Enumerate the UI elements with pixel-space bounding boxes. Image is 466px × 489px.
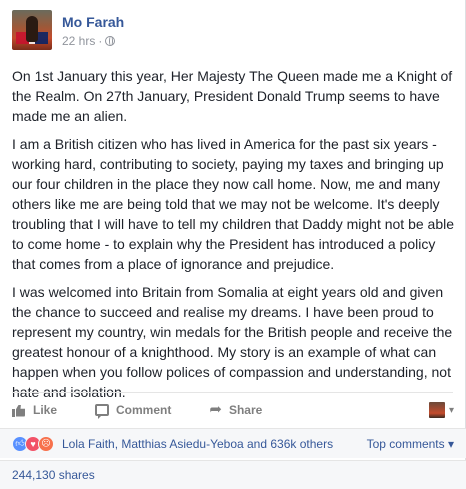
separator-dot: · bbox=[98, 34, 103, 48]
post-paragraph-3: I was welcomed into Britain from Somalia… bbox=[12, 284, 453, 400]
post-timestamp: 22 hrs · bbox=[62, 33, 124, 49]
action-bar: Like Comment ➦ Share ▾ bbox=[12, 396, 454, 424]
angry-reaction-icon: ☹ bbox=[38, 435, 54, 452]
thumbs-up-icon bbox=[12, 404, 26, 417]
viewer-avatar bbox=[428, 402, 445, 418]
timestamp-text[interactable]: 22 hrs bbox=[62, 33, 95, 49]
like-label: Like bbox=[33, 403, 58, 417]
comment-icon bbox=[95, 404, 110, 419]
reaction-icons[interactable]: 👍︎ ♥ ☹ bbox=[12, 435, 54, 452]
reactions-summary[interactable]: Lola Faith, Matthias Asiedu-Yeboa and 63… bbox=[62, 437, 333, 451]
comment-button[interactable]: Comment bbox=[95, 403, 172, 419]
post-header: Mo Farah 22 hrs · bbox=[12, 10, 124, 54]
post-body: On 1st January this year, Her Majesty Th… bbox=[12, 66, 458, 410]
reactions-bar: 👍︎ ♥ ☹ Lola Faith, Matthias Asiedu-Yeboa… bbox=[0, 428, 466, 458]
post-paragraph-2: I am a British citizen who has lived in … bbox=[12, 136, 455, 272]
like-button[interactable]: Like bbox=[12, 403, 57, 417]
comment-label: Comment bbox=[116, 403, 172, 417]
post-paragraph-1: On 1st January this year, Her Majesty Th… bbox=[12, 68, 453, 124]
chevron-down-icon: ▾ bbox=[447, 436, 454, 451]
post-as-selector[interactable]: ▾ bbox=[428, 402, 454, 418]
header-meta: Mo Farah 22 hrs · bbox=[62, 10, 124, 49]
author-name[interactable]: Mo Farah bbox=[62, 14, 124, 30]
top-comments-dropdown[interactable]: Top comments ▾ bbox=[367, 437, 454, 451]
action-divider bbox=[12, 392, 453, 393]
share-label: Share bbox=[228, 403, 263, 417]
shares-bar: 244,130 shares bbox=[0, 460, 466, 489]
top-comments-label: Top comments bbox=[366, 436, 445, 451]
chevron-down-icon: ▾ bbox=[448, 404, 454, 416]
runner-silhouette bbox=[26, 16, 38, 42]
facebook-post: Mo Farah 22 hrs · On 1st January this ye… bbox=[0, 0, 466, 489]
share-arrow-icon: ➦ bbox=[209, 401, 222, 418]
shares-count[interactable]: 244,130 shares bbox=[12, 468, 95, 482]
share-button[interactable]: ➦ Share bbox=[209, 401, 263, 418]
author-avatar[interactable] bbox=[12, 10, 52, 50]
globe-icon[interactable] bbox=[105, 36, 116, 46]
